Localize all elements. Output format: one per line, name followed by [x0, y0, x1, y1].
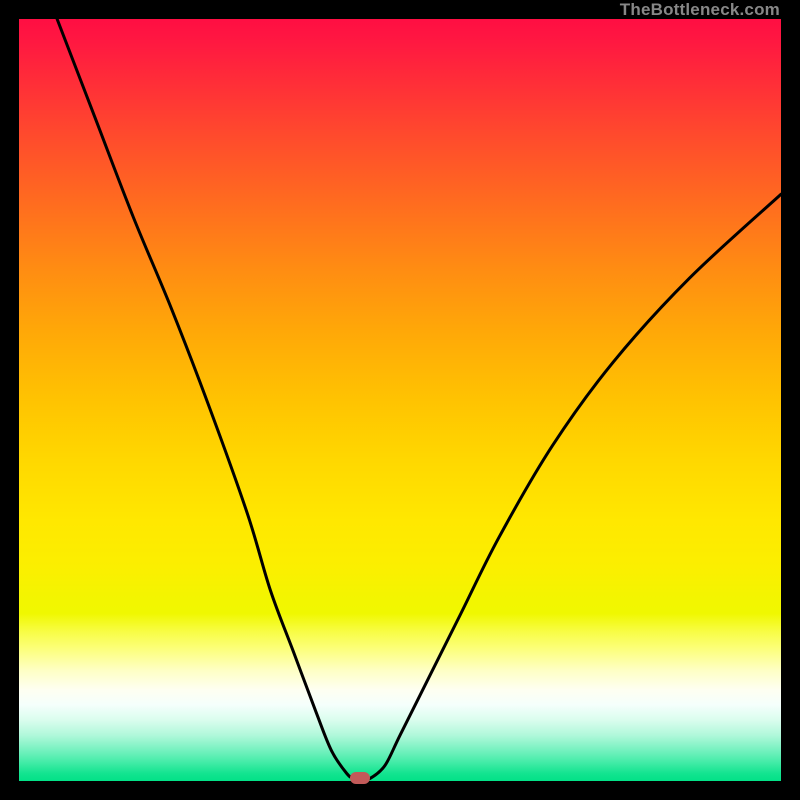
bottleneck-curve [19, 19, 781, 781]
optimum-marker [350, 772, 370, 784]
watermark-text: TheBottleneck.com [620, 0, 780, 20]
